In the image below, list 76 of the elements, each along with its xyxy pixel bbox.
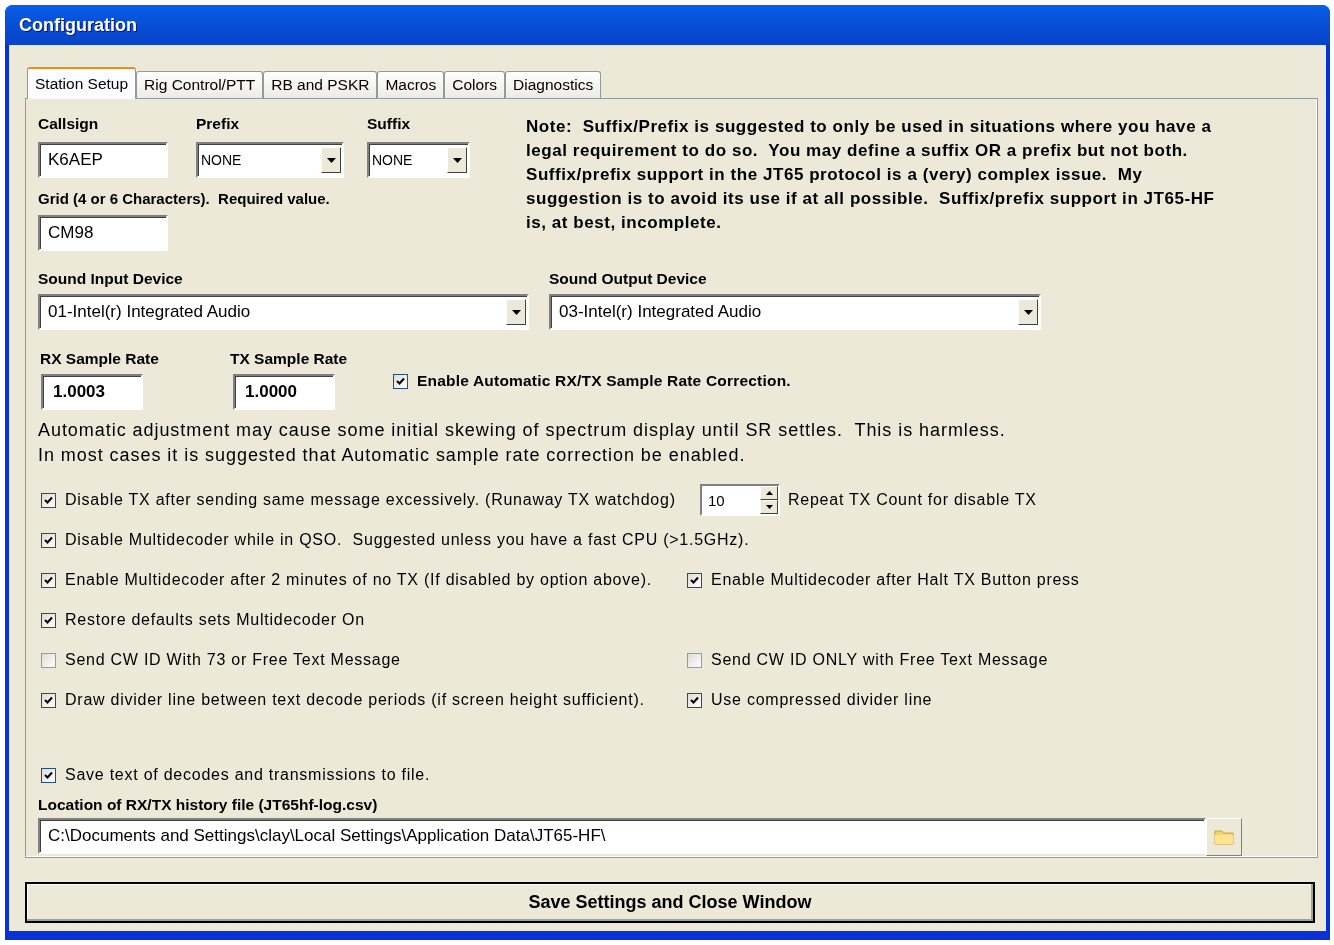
- field-label: Prefix: [196, 115, 241, 133]
- checkbox-label: Send CW ID With 73 or Free Text Message: [65, 651, 401, 669]
- checkbox[interactable]: [687, 572, 702, 588]
- field-label: Grid (4 or 6 Characters). Required value.: [38, 190, 331, 207]
- field-label: RX Sample Rate: [40, 350, 160, 368]
- field-label: Suffix: [367, 115, 412, 133]
- dropdown-button[interactable]: [321, 147, 341, 173]
- save-button[interactable]: Save Settings and Close Window: [25, 882, 1315, 923]
- checkbox-label: Enable Multidecoder after 2 minutes of no TX (If disabled by option above).: [65, 571, 652, 589]
- checkbox-label: Enable Multidecoder after Halt TX Button press: [711, 571, 1080, 589]
- check-icon: [44, 575, 53, 585]
- spinner-label: Repeat TX Count for disable TX: [788, 491, 1037, 509]
- checkbox-label: Draw divider line between text decode periods (if screen height sufficient).: [65, 691, 645, 709]
- text-field[interactable]: K6AEP: [38, 142, 168, 178]
- checkbox-label: Enable Automatic RX/TX Sample Rate Correction.: [417, 372, 791, 390]
- tab[interactable]: Macros: [377, 71, 445, 98]
- note-text: Note: Suffix/Prefix is suggested to only be used in situations where you have a legal requirement to do so. You may define a suffix OR a prefix but not both. Suffix/prefix support in the JT65 protocol is a (very) complex issue. My suggestion is to avoid its use if at all possible. Suffix/prefix support in JT65-HF is, at best, incomplete.: [526, 116, 1216, 234]
- checkbox[interactable]: [393, 373, 408, 389]
- checkbox-label: Save text of decodes and transmissions to file.: [65, 766, 431, 784]
- checkbox[interactable]: [41, 572, 56, 588]
- down-arrow-icon: [765, 505, 773, 509]
- checkbox[interactable]: [41, 652, 56, 668]
- caret-icon: [326, 157, 336, 163]
- up-arrow-icon: [765, 491, 773, 495]
- checkbox[interactable]: [41, 532, 56, 548]
- check-icon: [44, 695, 53, 705]
- dropdown[interactable]: NONE: [367, 142, 470, 178]
- check-icon: [690, 695, 699, 705]
- folder-icon: [1214, 829, 1234, 845]
- spin-up-button[interactable]: [760, 486, 778, 500]
- checkbox[interactable]: [687, 652, 702, 668]
- field-label: Sound Input Device: [38, 270, 184, 288]
- text-field[interactable]: C:\Documents and Settings\clay\Local Settings\Application Data\JT65-HF\: [38, 818, 1206, 854]
- tab[interactable]: Station Setup: [27, 67, 137, 99]
- checkbox[interactable]: [41, 492, 56, 508]
- dropdown[interactable]: NONE: [196, 142, 344, 178]
- info-text: In most cases it is suggested that Automatic sample rate correction be enabled.: [38, 444, 747, 467]
- dropdown[interactable]: 01-Intel(r) Integrated Audio: [38, 294, 529, 330]
- checkbox[interactable]: [687, 692, 702, 708]
- dropdown-button[interactable]: [506, 299, 526, 325]
- checkbox[interactable]: [41, 612, 56, 628]
- tab[interactable]: Rig Control/PTT: [136, 71, 264, 98]
- check-icon: [44, 535, 53, 545]
- spinner-field[interactable]: 10: [700, 484, 780, 516]
- check-icon: [44, 495, 53, 505]
- tab[interactable]: Diagnostics: [505, 71, 602, 98]
- text-field[interactable]: 1.0003: [41, 374, 143, 410]
- checkbox-label: Disable Multidecoder while in QSO. Suggested unless you have a fast CPU (>1.5GHz).: [65, 531, 750, 549]
- spin-down-button[interactable]: [760, 500, 778, 514]
- checkbox[interactable]: [41, 767, 56, 783]
- field-label: Sound Output Device: [549, 270, 708, 288]
- caret-icon: [1023, 309, 1033, 315]
- dropdown[interactable]: 03-Intel(r) Integrated Audio: [549, 294, 1041, 330]
- window-title: Configuration: [5, 5, 1330, 45]
- caret-icon: [511, 309, 521, 315]
- text-field[interactable]: CM98: [38, 215, 168, 251]
- checkbox-label: Send CW ID ONLY with Free Text Message: [711, 651, 1049, 669]
- field-label: Location of RX/TX history file (JT65hf-log.csv): [38, 796, 379, 814]
- checkbox[interactable]: [41, 692, 56, 708]
- check-icon: [690, 575, 699, 585]
- check-icon: [44, 770, 53, 780]
- check-icon: [396, 376, 405, 386]
- field-label: TX Sample Rate: [230, 350, 349, 368]
- caret-icon: [452, 157, 462, 163]
- field-label: Callsign: [38, 115, 100, 133]
- checkbox-label: Restore defaults sets Multidecoder On: [65, 611, 365, 629]
- tab[interactable]: RB and PSKR: [263, 71, 378, 98]
- checkbox-label: Use compressed divider line: [711, 691, 933, 709]
- tab[interactable]: Colors: [444, 71, 506, 98]
- text-field[interactable]: 1.0000: [233, 374, 335, 410]
- check-icon: [44, 615, 53, 625]
- info-text: Automatic adjustment may cause some initial skewing of spectrum display until SR settles. This is harmless.: [38, 419, 1007, 442]
- dropdown-button[interactable]: [1018, 299, 1038, 325]
- checkbox-label: Disable TX after sending same message excessively. (Runaway TX watchdog): [65, 491, 676, 509]
- dropdown-button[interactable]: [447, 147, 467, 173]
- browse-button[interactable]: [1206, 818, 1242, 856]
